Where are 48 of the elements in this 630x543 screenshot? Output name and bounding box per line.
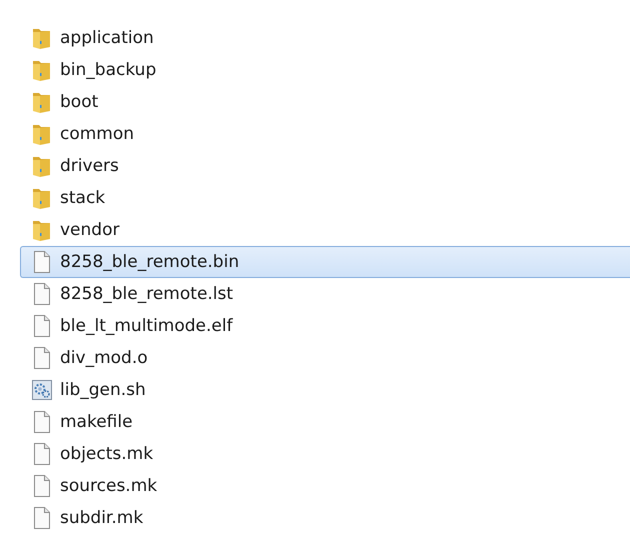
file-list-item[interactable]: div_mod.o — [20, 342, 630, 374]
file-icon — [32, 443, 50, 465]
file-list-item[interactable]: stack — [20, 182, 630, 214]
file-icon — [32, 507, 50, 529]
file-name: application — [60, 28, 154, 48]
file-name: common — [60, 124, 134, 144]
folder-icon — [32, 187, 52, 209]
file-list-item[interactable]: drivers — [20, 150, 630, 182]
file-list-item[interactable]: boot — [20, 86, 630, 118]
gear-file-icon — [32, 380, 52, 400]
file-name: objects.mk — [60, 444, 154, 464]
file-list-item[interactable]: application — [20, 22, 630, 54]
folder-icon — [32, 123, 52, 145]
file-list-item[interactable]: objects.mk — [20, 438, 630, 470]
file-name: ble_lt_multimode.elf — [60, 316, 233, 336]
file-name: 8258_ble_remote.lst — [60, 284, 234, 304]
file-icon — [32, 347, 50, 369]
file-name: div_mod.o — [60, 348, 148, 368]
file-icon — [32, 283, 50, 305]
file-icon — [32, 315, 50, 337]
file-name: stack — [60, 188, 106, 208]
file-icon — [32, 251, 50, 273]
file-icon — [32, 475, 50, 497]
file-list-item[interactable]: 8258_ble_remote.bin — [20, 246, 630, 278]
folder-icon — [32, 27, 52, 49]
file-list-item[interactable]: lib_gen.sh — [20, 374, 630, 406]
file-name: vendor — [60, 220, 120, 240]
file-list-item[interactable]: vendor — [20, 214, 630, 246]
file-list-item[interactable]: 8258_ble_remote.lst — [20, 278, 630, 310]
folder-icon — [32, 219, 52, 241]
file-list-item[interactable]: bin_backup — [20, 54, 630, 86]
file-name: sources.mk — [60, 476, 158, 496]
file-icon — [32, 411, 50, 433]
file-list-item[interactable]: sources.mk — [20, 470, 630, 502]
file-list-item[interactable]: common — [20, 118, 630, 150]
folder-icon — [32, 155, 52, 177]
file-name: subdir.mk — [60, 508, 144, 528]
file-name: makefile — [60, 412, 133, 432]
file-name: boot — [60, 92, 98, 112]
folder-icon — [32, 59, 52, 81]
file-list-item[interactable]: ble_lt_multimode.elf — [20, 310, 630, 342]
file-name: 8258_ble_remote.bin — [60, 252, 240, 272]
file-name: drivers — [60, 156, 119, 176]
file-name: lib_gen.sh — [60, 380, 146, 400]
file-list-item[interactable]: subdir.mk — [20, 502, 630, 534]
file-name: bin_backup — [60, 60, 156, 80]
folder-icon — [32, 91, 52, 113]
file-list-item[interactable]: makefile — [20, 406, 630, 438]
